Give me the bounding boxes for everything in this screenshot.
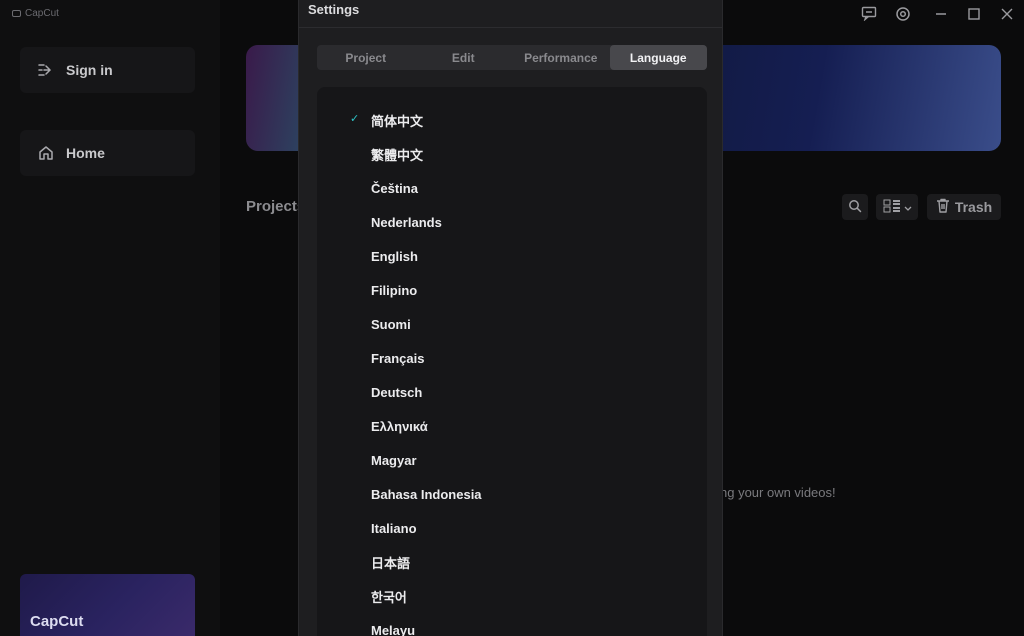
language-option-label: Čeština	[371, 180, 418, 196]
feedback-icon	[861, 6, 877, 26]
language-option-label: Filipino	[371, 282, 418, 298]
tab-language[interactable]: Language	[609, 45, 707, 70]
app-logo: CapCut	[12, 8, 59, 19]
gear-icon	[895, 6, 911, 27]
minimize-icon	[935, 7, 947, 25]
language-option-label: English	[371, 248, 418, 264]
language-option-label: Italiano	[371, 520, 417, 536]
sign-in-icon	[38, 62, 54, 78]
trash-icon	[936, 198, 950, 216]
settings-dialog: Settings Project Edit Performance Langua…	[298, 0, 723, 636]
tab-project[interactable]: Project	[317, 45, 415, 70]
close-icon	[1001, 7, 1013, 25]
language-list-panel[interactable]: ✓ 简体中文繁體中文 Čeština Nederlands English Filipin…	[317, 87, 707, 636]
language-option[interactable]: ✓ 简体中文	[317, 103, 707, 137]
sidebar-item-home[interactable]: Home	[20, 130, 195, 176]
check-icon: ✓	[350, 113, 360, 125]
language-option-label: 日本語	[371, 555, 411, 571]
language-option[interactable]: Ελληνικά	[317, 409, 707, 443]
title-divider	[299, 27, 722, 28]
settings-title: Settings	[308, 2, 360, 17]
feedback-button[interactable]	[859, 6, 879, 26]
tab-performance[interactable]: Performance	[512, 45, 610, 70]
maximize-button[interactable]	[964, 6, 984, 26]
settings-button[interactable]	[893, 6, 913, 26]
trash-label: Trash	[954, 199, 993, 215]
language-list: ✓ 简体中文繁體中文 Čeština Nederlands English Filipin…	[317, 103, 707, 636]
capcut-logo-icon	[12, 10, 21, 17]
language-option-label: Deutsch	[371, 384, 423, 400]
minimize-button[interactable]	[931, 6, 951, 26]
language-option-label: 한국어	[371, 589, 407, 605]
chevron-down-icon	[904, 199, 912, 215]
tab-edit[interactable]: Edit	[415, 45, 513, 70]
language-option-label: 简体中文	[371, 113, 424, 129]
promo-label: CapCut	[30, 613, 84, 630]
settings-tabs: Project Edit Performance Language	[317, 45, 707, 70]
language-option-label: Nederlands	[371, 214, 442, 230]
language-option-label: Ελληνικά	[371, 418, 428, 434]
empty-state-hint: ng your own videos!	[720, 485, 836, 500]
language-option-label: Melayu	[371, 622, 416, 636]
language-option[interactable]: Filipino	[317, 273, 707, 307]
language-option[interactable]: Čeština	[317, 171, 707, 205]
trash-button[interactable]: Trash	[927, 194, 1001, 220]
language-option[interactable]: Suomi	[317, 307, 707, 341]
language-option[interactable]: English	[317, 239, 707, 273]
language-option[interactable]: Melayu	[317, 613, 707, 636]
sidebar: CapCut Sign in Home CapCut	[0, 0, 220, 636]
language-option[interactable]: Magyar	[317, 443, 707, 477]
home-icon	[38, 145, 54, 161]
language-option-label: Suomi	[371, 316, 411, 332]
language-option[interactable]: 한국어	[317, 579, 707, 613]
sign-in-label: Sign in	[66, 62, 113, 78]
language-option[interactable]: 繁體中文	[317, 137, 707, 171]
language-option[interactable]: 日本語	[317, 545, 707, 579]
language-option-label: Bahasa Indonesia	[371, 486, 482, 502]
home-label: Home	[66, 145, 105, 161]
app-name: CapCut	[25, 8, 59, 19]
sign-in-button[interactable]: Sign in	[20, 47, 195, 93]
language-option-label: Français	[371, 350, 425, 366]
language-option[interactable]: Français	[317, 341, 707, 375]
projects-heading: Projects	[246, 198, 306, 215]
maximize-icon	[968, 7, 980, 25]
language-option[interactable]: Deutsch	[317, 375, 707, 409]
language-option[interactable]: Italiano	[317, 511, 707, 545]
close-button[interactable]	[997, 6, 1017, 26]
promo-card[interactable]: CapCut	[20, 574, 195, 636]
language-option[interactable]: Bahasa Indonesia	[317, 477, 707, 511]
grid-view-icon	[883, 199, 901, 216]
view-toggle-button[interactable]	[876, 194, 918, 220]
language-option-label: 繁體中文	[371, 147, 424, 163]
search-icon	[848, 199, 862, 216]
language-option-label: Magyar	[371, 452, 417, 468]
language-option[interactable]: Nederlands	[317, 205, 707, 239]
search-button[interactable]	[842, 194, 868, 220]
